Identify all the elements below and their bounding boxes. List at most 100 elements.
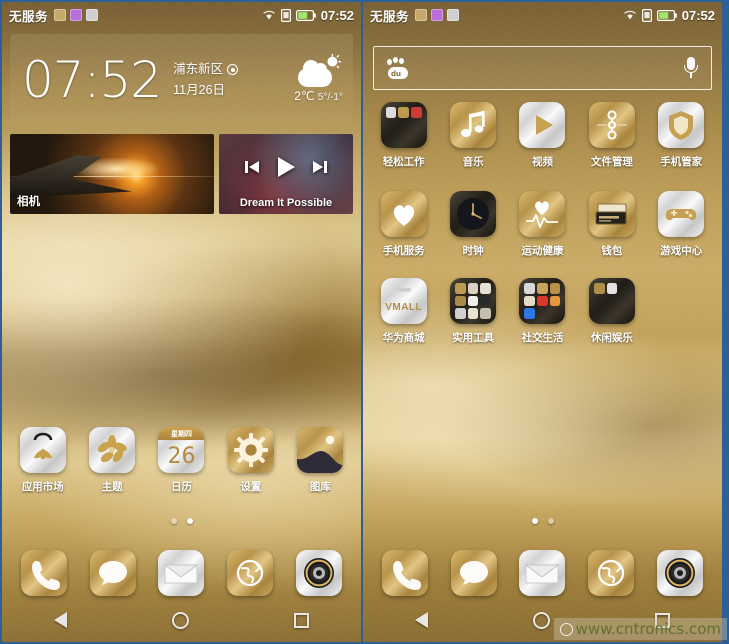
temp-range: 5°/-1° xyxy=(317,92,343,103)
app-item-wallet[interactable]: 钱包 xyxy=(577,191,646,258)
app-item-phone-manager[interactable]: 手机管家 xyxy=(647,102,716,169)
home-icon[interactable] xyxy=(171,611,189,629)
calendar-weekday: 星期四 xyxy=(158,427,205,440)
play-icon[interactable] xyxy=(276,156,296,183)
app-label: 游戏中心 xyxy=(660,245,703,257)
music-widget[interactable]: Dream It Possible xyxy=(219,134,353,214)
watermark: www.cntronics.com xyxy=(553,618,727,640)
mini-icon xyxy=(411,107,422,118)
message-icon[interactable] xyxy=(450,550,497,596)
music-track-title: Dream It Possible xyxy=(239,197,333,209)
calendar-icon: 星期四 26 xyxy=(158,427,205,473)
left-phone-panel: 无服务 07:52 07:52 浦东新区 11月26日 2℃ 5°/-1° 相机… xyxy=(0,0,362,644)
watermark-ring-icon xyxy=(559,622,573,636)
camera-lens-icon[interactable] xyxy=(295,550,342,596)
next-icon[interactable] xyxy=(312,160,328,179)
mini-icon xyxy=(455,308,466,319)
folder-preview xyxy=(589,278,635,324)
browser-globe-icon[interactable] xyxy=(588,550,635,596)
dual-phone-screenshot: 无服务 07:52 07:52 浦东新区 11月26日 2℃ 5°/-1° 相机… xyxy=(0,0,729,644)
back-icon[interactable] xyxy=(54,612,68,628)
previous-icon[interactable] xyxy=(244,160,260,179)
settings-gear-icon xyxy=(227,427,274,473)
app-item-settings[interactable]: 设置 xyxy=(216,427,285,494)
mini-icon xyxy=(455,295,466,307)
back-icon[interactable] xyxy=(415,612,429,628)
folder-preview xyxy=(450,278,496,324)
app-item-clock[interactable]: 时钟 xyxy=(438,191,507,258)
app-label: 运动健康 xyxy=(521,245,564,257)
microphone-icon[interactable] xyxy=(683,56,699,80)
phone-icon[interactable] xyxy=(21,550,68,596)
page-dot-active[interactable] xyxy=(531,518,538,524)
mini-icon xyxy=(480,283,492,294)
sim-icon xyxy=(280,8,291,22)
app-item-themes[interactable]: 主题 xyxy=(77,427,146,494)
app-item-phone-service[interactable]: 手机服务 xyxy=(369,191,438,258)
alarm-icon xyxy=(86,9,99,21)
mini-icon xyxy=(480,295,492,307)
music-note-icon xyxy=(450,102,497,148)
calendar-day: 26 xyxy=(167,444,196,469)
sim-icon xyxy=(641,8,652,22)
vmall-icon: VMALL xyxy=(380,278,427,324)
app-item-music[interactable]: 音乐 xyxy=(438,102,507,169)
clock-weather-widget[interactable]: 07:52 浦东新区 11月26日 2℃ 5°/-1° xyxy=(10,34,353,126)
folder-work-icon xyxy=(380,102,427,148)
vmall-text: VMALL xyxy=(385,302,423,313)
location-label: 浦东新区 xyxy=(173,62,224,77)
app-item-folder-tools[interactable]: 实用工具 xyxy=(438,278,507,345)
page-indicator xyxy=(2,518,361,524)
app-item-folder-social[interactable]: 社交生活 xyxy=(508,278,577,345)
page-dot[interactable] xyxy=(170,518,177,524)
mini-icon xyxy=(385,107,397,118)
date-label: 11月26日 xyxy=(173,83,225,97)
app-item-app-market[interactable]: 应用市场 xyxy=(8,427,77,494)
mini-icon xyxy=(455,283,466,294)
folder-social-icon xyxy=(519,278,566,324)
page-dot-active[interactable] xyxy=(186,518,193,524)
folder-preview xyxy=(519,278,565,324)
folder-preview xyxy=(381,102,427,148)
message-icon[interactable] xyxy=(89,550,136,596)
home-icon[interactable] xyxy=(532,611,550,629)
status-clock: 07:52 xyxy=(681,7,715,23)
current-temp: 2℃ xyxy=(294,89,315,103)
app-label: 钱包 xyxy=(601,245,623,257)
phone-icon[interactable] xyxy=(382,550,429,596)
app-label: 手机管家 xyxy=(660,156,703,168)
app-item-file-manager[interactable]: 文件管理 xyxy=(577,102,646,169)
app-item-calendar[interactable]: 星期四 26 日历 xyxy=(147,427,216,494)
app-label: 实用工具 xyxy=(452,332,495,344)
camera-widget[interactable]: 相机 xyxy=(10,134,214,214)
recents-icon[interactable] xyxy=(293,612,309,628)
file-manager-icon xyxy=(588,102,635,148)
app-grid-row-3: VMALL 华为商城 实用工具 社交生活 休闲娱乐 xyxy=(363,278,722,355)
page-dot[interactable] xyxy=(547,518,554,524)
location-pin-icon xyxy=(227,64,239,76)
camera-lens-icon[interactable] xyxy=(656,550,703,596)
app-label: 图库 xyxy=(309,481,331,493)
app-item-folder-work[interactable]: 轻松工作 xyxy=(369,102,438,169)
themes-icon xyxy=(89,427,136,473)
cloud-shape xyxy=(297,60,332,87)
app-item-health[interactable]: 运动健康 xyxy=(508,191,577,258)
app-label: 轻松工作 xyxy=(382,156,425,168)
app-item-gallery[interactable]: 图库 xyxy=(286,427,355,494)
app-item-folder-entertainment[interactable]: 休闲娱乐 xyxy=(577,278,646,345)
app-item-vmall[interactable]: VMALL 华为商城 xyxy=(369,278,438,345)
phone-manager-shield-icon xyxy=(658,102,705,148)
search-input[interactable] xyxy=(420,60,673,76)
email-icon[interactable] xyxy=(519,550,566,596)
battery-icon xyxy=(295,9,316,21)
video-play-icon xyxy=(519,102,566,148)
baidu-search-bar[interactable]: du xyxy=(373,46,712,90)
health-pulse-icon xyxy=(519,191,566,237)
app-label: 音乐 xyxy=(462,156,484,168)
mini-icon xyxy=(398,107,410,118)
browser-globe-icon[interactable] xyxy=(227,550,274,596)
app-label: 视频 xyxy=(531,156,553,168)
app-item-video[interactable]: 视频 xyxy=(508,102,577,169)
email-icon[interactable] xyxy=(158,550,205,596)
app-item-game-center[interactable]: 游戏中心 xyxy=(647,191,716,258)
